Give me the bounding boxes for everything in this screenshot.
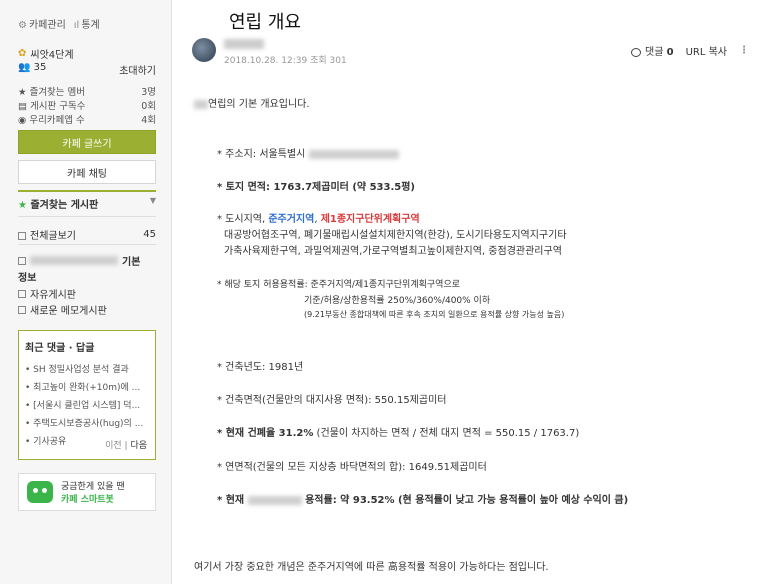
- member-row: 👥 35 초대하기: [18, 62, 156, 77]
- divider: [18, 216, 156, 217]
- chevron-down-icon: ▼: [149, 196, 156, 205]
- next-button[interactable]: 다음: [130, 441, 147, 451]
- stat-row: ★ 즐겨찾는 멤버 3명: [18, 87, 156, 98]
- recent-item[interactable]: • SH 정밀사업성 분석 결과: [25, 362, 149, 375]
- post-far-line3: (9.21부동산 종합대책에 따른 후속 조치의 일환으로 용적률 상향 가능성…: [304, 310, 565, 319]
- post-meta: 2018.10.28. 12:39 조회 301: [224, 53, 347, 66]
- member-count[interactable]: 35: [34, 62, 47, 73]
- cafe-write-button[interactable]: 카페 글쓰기: [18, 130, 156, 154]
- blurred-board-name: [30, 256, 118, 265]
- board-basic-info[interactable]: 기본: [18, 253, 156, 268]
- post-address: * 주소지: 서울특별시: [217, 145, 399, 160]
- post-far-line1: * 해당 토지 허용용적률: 준주거지역/제1종지구단위계획구역으로: [217, 280, 461, 290]
- post-zone: * 도시지역, 준주거지역, 제1종지구단위계획구역: [217, 214, 420, 225]
- post-conclusion: 여기서 가장 중요한 개념은 준주거지역에 따른 高용적률 적용이 가능하다는 …: [194, 562, 549, 573]
- comment-icon: [631, 47, 642, 57]
- board-info-label: 정보: [18, 273, 37, 284]
- seed-icon: ✿: [18, 48, 27, 59]
- post-area: 연립 개요 2018.10.28. 12:39 조회 301 댓글 0 URL …: [172, 0, 773, 584]
- post-far-now: * 현재 용적률: 약 93.52% (현 용적률이 낮고 가능 용적률이 높아…: [217, 495, 629, 506]
- board-icon: [18, 256, 26, 265]
- post-built-year: * 건축년도: 1981년: [217, 362, 304, 373]
- divider: [18, 190, 156, 192]
- post-intro: 연립의 기본 개요입니다.: [194, 95, 310, 110]
- more-options-icon[interactable]: ⋮: [739, 45, 749, 56]
- stat-row: ▤ 게시판 구독수 0회: [18, 101, 156, 112]
- post-actions: 댓글 0 URL 복사 ⋮: [631, 43, 749, 58]
- cafe-manage-link[interactable]: ⚙ 카페관리: [18, 16, 66, 31]
- board-icon: [18, 232, 26, 240]
- blurred-text: [247, 495, 302, 505]
- chart-icon: ıl: [73, 20, 80, 31]
- board-icon: [18, 289, 26, 298]
- members-icon: 👥: [18, 62, 31, 73]
- stat-row: ◉ 우리카페앱 수 4회: [18, 115, 156, 126]
- blurred-text: [308, 149, 399, 159]
- post-gfa: * 연면적(건물의 모든 지상층 바닥면적의 합): 1649.51제곱미터: [217, 462, 487, 473]
- recent-item[interactable]: • 최고높이 완화(+10m)에 ...: [25, 380, 149, 393]
- board-icon: ▤: [18, 101, 27, 112]
- post-zone-line2: 대공방어협조구역, 폐기물매립시설설치제한지역(한강), 도시기타용도지역지구기…: [224, 230, 567, 241]
- app-icon: ◉: [18, 115, 27, 126]
- robot-icon: [27, 481, 53, 503]
- prev-button[interactable]: 이전: [105, 441, 122, 451]
- fav-boards-header[interactable]: ★ 즐겨찾는 게시판 ▼: [18, 196, 156, 211]
- board-free[interactable]: 자유게시판: [18, 286, 156, 301]
- smartbot-banner[interactable]: 궁금한게 있을 땐 카페 스마트봇: [18, 473, 156, 511]
- post-bcr: * 현재 건폐율 31.2% (건물이 차지하는 면적 / 전체 대지 면적 =…: [217, 428, 580, 439]
- post-land-area: * 토지 면적: 1763.7제곱미터 (약 533.5평): [217, 182, 415, 193]
- recent-comments-title: 최근 댓글 · 답글: [25, 343, 95, 354]
- url-copy-button[interactable]: URL 복사: [686, 43, 727, 58]
- recent-item[interactable]: • [서울시 클린업 시스템] 덕...: [25, 398, 149, 411]
- post-date: 2018.10.28. 12:39: [224, 56, 308, 66]
- recent-pagination: 이전 | 다음: [105, 441, 147, 451]
- invite-link[interactable]: 초대하기: [119, 62, 156, 77]
- cafe-sidebar: ⚙ 카페관리 ıl 통계 ✿ 씨앗4단계 👥 35 초대하기 ★ 즐겨찾는 멤버 3…: [0, 0, 172, 584]
- stats-link[interactable]: ıl 통계: [74, 16, 100, 31]
- cafe-level: ✿ 씨앗4단계: [18, 48, 74, 61]
- board-memo[interactable]: 새로운 메모게시판: [18, 302, 156, 317]
- cafe-chat-button[interactable]: 카페 채팅: [18, 160, 156, 184]
- board-all-posts[interactable]: 전체글보기 45: [18, 227, 156, 242]
- comment-button[interactable]: 댓글 0: [631, 43, 674, 58]
- blurred-text: [194, 99, 208, 109]
- post-building-area: * 건축면적(건물만의 대지사용 면적): 550.15제곱미터: [217, 395, 447, 406]
- recent-comments-box: 최근 댓글 · 답글 • SH 정밀사업성 분석 결과 • 최고높이 완화(+1…: [18, 330, 156, 460]
- gear-icon: ⚙: [18, 20, 27, 31]
- sidebar-top-links: ⚙ 카페관리 ıl 통계: [18, 16, 156, 31]
- post-zone-line3: 가축사육제한구역, 과밀억제권역,가로구역별최고높이제한지역, 중점경관관리구역: [224, 246, 562, 257]
- author-name-blurred[interactable]: [224, 39, 264, 49]
- star-icon: ★: [18, 200, 27, 211]
- avatar[interactable]: [192, 38, 216, 62]
- divider: [18, 244, 156, 245]
- post-title: 연립 개요: [229, 12, 301, 33]
- post-views: 조회 301: [310, 56, 347, 66]
- board-icon: [18, 305, 26, 314]
- star-icon: ★: [18, 87, 27, 98]
- recent-item[interactable]: • 주택도시보증공사(hug)의 ...: [25, 416, 149, 429]
- post-far-line2: 기준/허용/상한용적률 250%/360%/400% 이하: [304, 296, 491, 306]
